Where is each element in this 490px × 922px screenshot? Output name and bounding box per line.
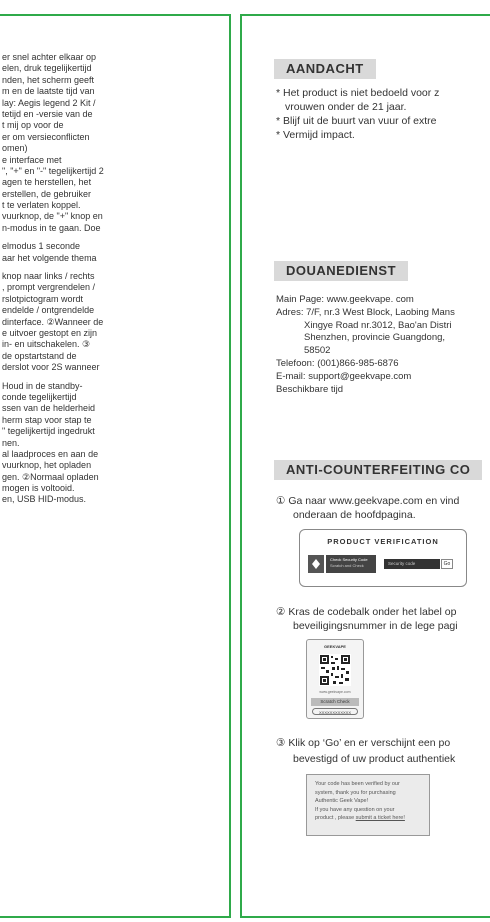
left-page-line: Houd in de standby- bbox=[2, 380, 83, 391]
aandacht-item: vrouwen onder de 21 jaar. bbox=[285, 101, 407, 113]
left-page-line bbox=[2, 374, 222, 381]
step-1-line: onderaan de hoofdpagina. bbox=[293, 509, 416, 521]
left-page-line: " tegelijkertijd ingedrukt bbox=[2, 426, 95, 437]
left-page-line: erstellen, de gebruiker bbox=[2, 188, 92, 199]
left-page-text: er snel achter elkaar op elen, druk tegel… bbox=[2, 52, 222, 506]
left-page-line: vuurknop, het opladen bbox=[2, 460, 92, 471]
step-3-line: bevestigd of uw product authentiek bbox=[293, 753, 456, 765]
step-2-line: ② Kras de codebalk onder het label op bbox=[276, 606, 457, 618]
left-page-line: in- en uitschakelen. ③ bbox=[2, 339, 91, 350]
left-page-line: tetijd en -versie van de bbox=[2, 108, 93, 119]
step-1: ① Ga naar www.geekvape.com en vind onder… bbox=[276, 494, 459, 522]
aandacht-item: * Blijf uit de buurt van vuur of extre bbox=[276, 115, 437, 127]
left-page-line: nden, het scherm geeft bbox=[2, 74, 95, 85]
left-page-line: t te verlaten koppel. bbox=[2, 200, 81, 211]
left-page-line: conde tegelijkertijd bbox=[2, 391, 77, 402]
left-page-line: elmodus 1 seconde bbox=[2, 241, 81, 252]
step-2-line: beveiligingsnummer in de lege pagi bbox=[293, 620, 458, 632]
left-page-line: endelde / ontgrendelde bbox=[2, 305, 95, 316]
left-page-line: herm stap voor stap te bbox=[2, 414, 92, 425]
product-verification-title: PRODUCT VERIFICATION bbox=[327, 537, 439, 546]
scratch-check-strip: Scratch Check bbox=[311, 698, 359, 706]
submit-ticket-link[interactable]: submit a ticket here! bbox=[356, 815, 405, 821]
left-page-line: nen. bbox=[2, 437, 20, 448]
left-page-line: aar het volgende thema bbox=[2, 252, 97, 263]
left-page-line: mogen is voltooid. bbox=[2, 483, 75, 494]
left-page-line bbox=[2, 234, 222, 241]
security-code-input[interactable]: Security code bbox=[384, 559, 440, 569]
left-page-line: de opstartstand de bbox=[2, 350, 77, 361]
qr-code-icon bbox=[319, 654, 351, 691]
label-brand: GEEKVAPE bbox=[324, 644, 346, 649]
message-text: product , please bbox=[315, 815, 355, 822]
left-page-line: al laadproces en aan de bbox=[2, 448, 99, 459]
message-line: system, thank you for purchasing bbox=[315, 789, 396, 796]
step-3-line: ③ Klik op ‘Go’ en er verschijnt een po bbox=[276, 737, 451, 749]
right-page: AANDACHT * Het product is niet bedoeld v… bbox=[240, 14, 490, 918]
aandacht-item: * Het product is niet bedoeld voor z bbox=[276, 87, 440, 99]
step-1-line: ① Ga naar www.geekvape.com en vind bbox=[276, 495, 460, 507]
douanedienst-header: DOUANEDIENST bbox=[274, 261, 409, 281]
product-verification-box: PRODUCT VERIFICATION Check Security Code… bbox=[299, 529, 467, 587]
aandacht-header: AANDACHT bbox=[274, 59, 376, 79]
label-code: XXXXXXXXXXXX bbox=[312, 708, 358, 715]
go-button[interactable]: Go bbox=[441, 559, 453, 569]
phone-line: Telefoon: (001)866-985-6876 bbox=[276, 357, 399, 369]
left-page-line: , prompt vergrendelen / bbox=[2, 282, 96, 293]
step-3: ③ Klik op ‘Go’ en er verschijnt een po b… bbox=[276, 735, 455, 767]
left-page-line: dinterface. ②Wanneer de bbox=[2, 316, 104, 327]
address-line: Xingye Road nr.3012, Bao'an Distri bbox=[304, 319, 452, 331]
left-page-line: er om versieconflicten bbox=[2, 131, 90, 142]
douanedienst-contact: Main Page: www.geekvape. com Adres: 7/F,… bbox=[276, 294, 455, 396]
geekvape-logo-icon bbox=[308, 555, 324, 573]
security-label: GEEKVAPE www.geekvape.com Scratch Check … bbox=[306, 639, 364, 719]
left-page-line: e interface met bbox=[2, 154, 62, 165]
left-page-line: t mij op voor de bbox=[2, 120, 64, 131]
message-line: Authentic Geek Vape! bbox=[315, 798, 369, 805]
left-page-line: knop naar links / rechts bbox=[2, 271, 95, 282]
message-line: If you have any question on your bbox=[315, 806, 395, 813]
address-line: 58502 bbox=[304, 345, 331, 357]
aandacht-list: * Het product is niet bedoeld voor z vro… bbox=[276, 86, 439, 142]
anti-counterfeiting-header: ANTI-COUNTERFEITING CO bbox=[274, 460, 483, 480]
aandacht-item: * Vermijd impact. bbox=[276, 129, 355, 141]
step-2: ② Kras de codebalk onder het label op be… bbox=[276, 605, 458, 633]
address-line: Adres: 7/F, nr.3 West Block, Laobing Man… bbox=[276, 306, 455, 318]
left-page: er snel achter elkaar op elen, druk tegel… bbox=[0, 14, 231, 918]
left-page-line: omen) bbox=[2, 143, 28, 154]
left-page-line: elen, druk tegelijkertijd bbox=[2, 63, 92, 74]
hours-line: Beschikbare tijd bbox=[276, 383, 344, 395]
left-page-line: derslot voor 2S wanneer bbox=[2, 362, 100, 373]
check-security-code-button[interactable]: Check Security Code Scratch and Check bbox=[326, 555, 376, 573]
left-page-line: e uitvoer gestopt en zijn bbox=[2, 327, 98, 338]
left-page-line: m en de laatste tijd van bbox=[2, 86, 95, 97]
left-page-line: ssen van de helderheid bbox=[2, 403, 96, 414]
left-page-line: n-modus in te gaan. Doe bbox=[2, 222, 101, 233]
left-page-line: ", "+" en "-" tegelijkertijd 2 bbox=[2, 165, 104, 176]
email-line: E-mail: support@geekvape.com bbox=[276, 370, 412, 382]
verification-message: Your code has been verified by our syste… bbox=[306, 774, 430, 836]
left-page-line: gen. ②Normaal opladen bbox=[2, 471, 99, 482]
left-page-line: en, USB HID-modus. bbox=[2, 494, 87, 505]
left-page-line: rslotpictogram wordt bbox=[2, 293, 84, 304]
left-page-line: lay: Aegis legend 2 Kit / bbox=[2, 97, 96, 108]
left-page-line: agen te herstellen, het bbox=[2, 177, 92, 188]
left-page-line: er snel achter elkaar op bbox=[2, 52, 97, 62]
left-page-line: vuurknop, de "+" knop en bbox=[2, 211, 103, 222]
message-line: product , please submit a ticket here! bbox=[315, 814, 429, 823]
address-line: Shenzhen, provincie Guangdong, bbox=[304, 332, 446, 344]
message-line: Your code has been verified by our bbox=[315, 781, 400, 787]
left-page-line bbox=[2, 264, 222, 271]
label-url: www.geekvape.com bbox=[319, 690, 351, 694]
scratch-and-check-label: Scratch and Check bbox=[330, 563, 364, 568]
main-page-line: Main Page: www.geekvape. com bbox=[276, 294, 414, 305]
